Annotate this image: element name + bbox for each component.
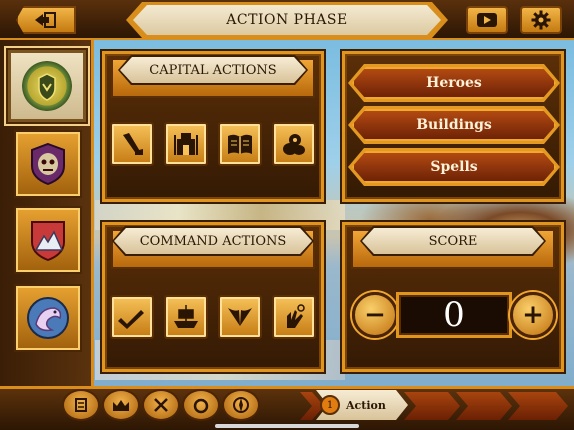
demon-skull-shield-icon	[23, 139, 73, 189]
scroll-icon	[75, 398, 87, 412]
ring-icon	[193, 398, 209, 414]
serpent-fish-icon	[23, 293, 73, 343]
ship-icon	[174, 305, 198, 328]
resources-pile-icon	[283, 134, 305, 155]
faction-tab-laurel[interactable]	[6, 48, 88, 124]
spells-button[interactable]: Spells	[352, 151, 556, 183]
buildings-button[interactable]: Buildings	[352, 109, 556, 141]
phase-tab-1[interactable]	[62, 389, 100, 421]
score-value: 0	[396, 292, 512, 338]
mountain-shield-icon	[23, 215, 73, 265]
faction-tab-mountain[interactable]	[14, 206, 82, 274]
fly-action-button[interactable]	[218, 295, 262, 339]
crossed-swords-icon	[154, 398, 168, 412]
ship-action-button[interactable]	[164, 295, 208, 339]
command-actions-title: COMMAND ACTIONS	[114, 228, 312, 254]
faction-tab-demon[interactable]	[14, 130, 82, 198]
crown-icon	[113, 400, 129, 411]
current-phase-number: 1	[320, 395, 340, 415]
boot-march-icon	[118, 310, 144, 329]
phase-tab-3[interactable]	[142, 389, 180, 421]
faction-tab-serpent[interactable]	[14, 284, 82, 352]
march-action-button[interactable]	[110, 295, 154, 339]
phase-tab-2[interactable]	[102, 389, 140, 421]
build-action-button[interactable]	[164, 122, 208, 166]
current-phase-label: Action	[346, 398, 386, 412]
back-button[interactable]	[16, 6, 76, 34]
compass-icon	[233, 397, 249, 413]
score-increment-button[interactable]: +	[510, 292, 556, 338]
home-indicator[interactable]	[215, 424, 359, 428]
score-title: SCORE	[362, 228, 544, 254]
spellbook-action-button[interactable]	[218, 122, 262, 166]
phase-tab-5[interactable]	[222, 389, 260, 421]
building-scaffold-icon	[174, 133, 198, 155]
video-play-icon	[477, 13, 497, 27]
capital-actions-title: CAPITAL ACTIONS	[120, 57, 306, 83]
magic-hand-icon	[287, 304, 305, 328]
spellbook-icon	[228, 134, 252, 154]
magic-action-button[interactable]	[272, 295, 316, 339]
trowel-icon	[123, 133, 143, 155]
settings-button[interactable]	[520, 6, 562, 34]
trowel-action-button[interactable]	[110, 122, 154, 166]
video-button[interactable]	[466, 6, 508, 34]
wings-icon	[228, 308, 252, 326]
phase-tab-4[interactable]	[182, 389, 220, 421]
score-decrement-button[interactable]: −	[352, 292, 398, 338]
resources-action-button[interactable]	[272, 122, 316, 166]
gear-icon	[531, 10, 551, 30]
exit-door-icon	[35, 12, 56, 28]
heroes-button[interactable]: Heroes	[352, 67, 556, 99]
page-title: ACTION PHASE	[133, 5, 441, 35]
laurel-crest-icon	[22, 61, 72, 111]
